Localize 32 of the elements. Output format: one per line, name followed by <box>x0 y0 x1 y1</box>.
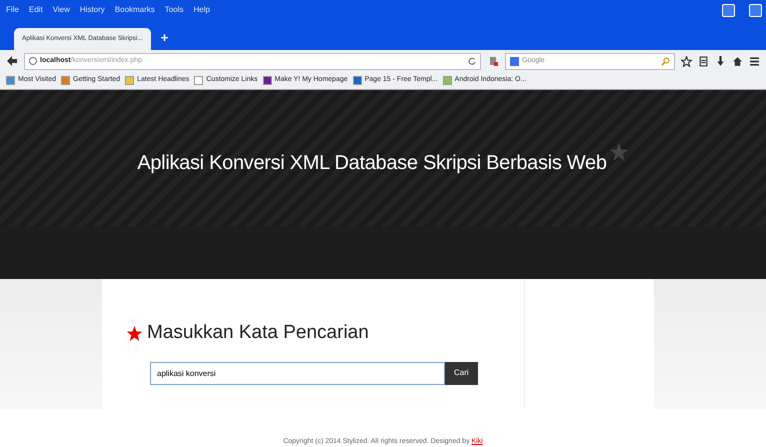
download-icon[interactable] <box>715 56 726 66</box>
menu-item[interactable]: History <box>80 4 105 20</box>
section-heading: Masukkan Kata Pencarian <box>147 321 369 345</box>
search-button[interactable]: Cari <box>445 362 478 384</box>
menu-item[interactable]: View <box>52 4 70 20</box>
menu-item[interactable]: Edit <box>28 4 43 20</box>
back-icon[interactable] <box>6 55 18 67</box>
bookmark-icon <box>442 76 452 85</box>
minimize-button[interactable] <box>722 4 735 17</box>
refresh-icon[interactable] <box>468 57 476 65</box>
bookmark-icon <box>194 76 204 85</box>
clipboard-icon[interactable] <box>698 56 709 66</box>
menu-icon[interactable] <box>749 56 760 66</box>
menu-item[interactable]: Help <box>193 4 210 20</box>
bookmark-icon <box>125 76 134 85</box>
addon-icon[interactable] <box>487 55 499 67</box>
search-icon[interactable] <box>661 56 670 66</box>
menu-item[interactable]: Bookmarks <box>114 4 155 20</box>
new-tab-button[interactable]: + <box>160 31 168 50</box>
site-title: Aplikasi Konversi XML Database Skripsi Berbasis Web <box>137 150 607 174</box>
menu-item[interactable]: File <box>6 4 19 20</box>
bookmark-icon <box>61 76 70 85</box>
search-input[interactable]: aplikasi konversi <box>150 362 445 384</box>
bookmark-icon <box>6 76 15 85</box>
star-icon <box>608 142 629 162</box>
maximize-button[interactable] <box>749 4 762 17</box>
home-icon[interactable] <box>732 56 743 66</box>
menu-item[interactable]: Tools <box>164 4 184 20</box>
star-icon <box>126 324 143 342</box>
bookmark-icon <box>262 76 272 85</box>
bookmark-icon <box>352 76 362 85</box>
star-icon[interactable] <box>681 56 692 66</box>
